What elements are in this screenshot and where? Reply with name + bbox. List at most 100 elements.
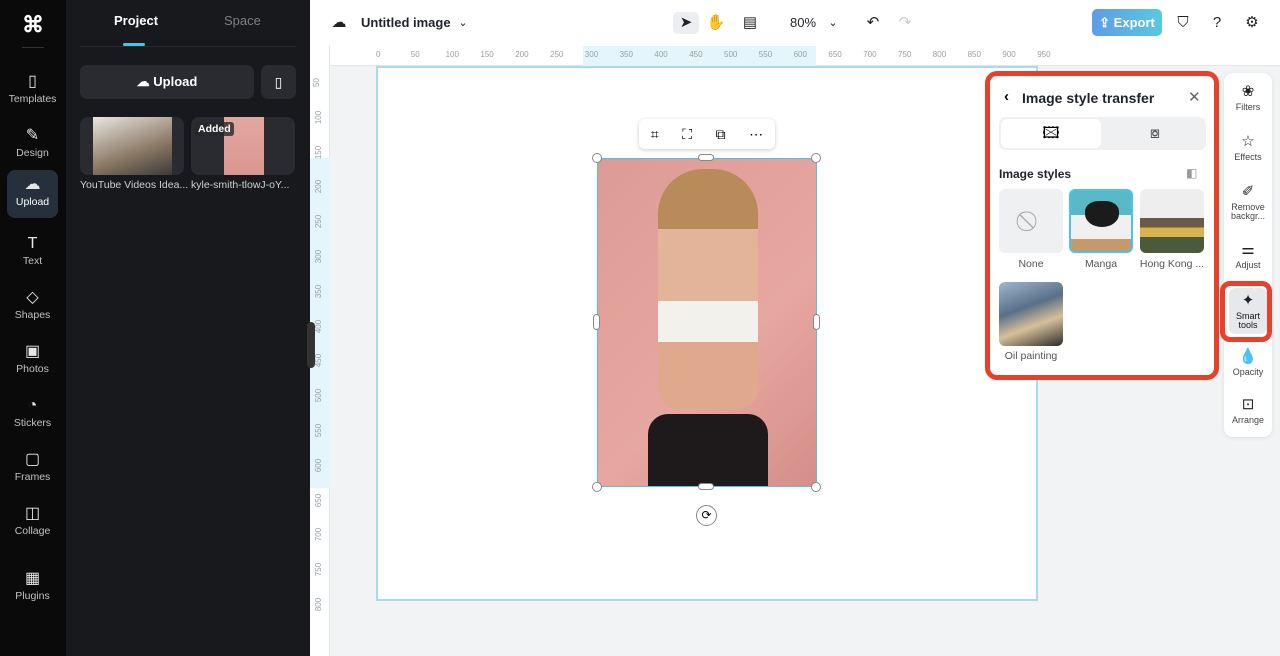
ruler-label: 850	[967, 50, 981, 59]
export-icon: ⇪	[1099, 15, 1114, 30]
added-badge: Added	[195, 122, 234, 136]
replace-icon[interactable]: ⧉	[716, 126, 726, 143]
resize-handle[interactable]	[811, 482, 821, 492]
help-icon[interactable]: ?	[1204, 12, 1230, 34]
ruler-label: 150	[480, 50, 494, 59]
tool-opacity[interactable]: 💧 Opacity	[1224, 348, 1272, 377]
tool-arrange[interactable]: ⊡ Arrange	[1224, 396, 1272, 425]
assets-panel: Project Space ☁ Upload ▯ YouTube Videos …	[66, 0, 310, 656]
image-style-mode-icon[interactable]: 🖾	[1001, 119, 1101, 148]
asset-thumbnail[interactable]: Added	[191, 117, 295, 175]
sidebar-item-photos[interactable]: ▣ Photos	[7, 337, 58, 385]
sidebar-item-upload[interactable]: ☁ Upload	[7, 170, 58, 218]
shapes-icon: ◇	[26, 289, 39, 306]
sidebar-item-label: Upload	[15, 196, 50, 208]
hand-tool-icon[interactable]: ✋	[703, 12, 729, 34]
smart-select-icon[interactable]: ⛶	[682, 126, 692, 143]
shield-icon[interactable]: ⛉	[1170, 12, 1196, 34]
resize-handle[interactable]	[592, 482, 602, 492]
crop-icon[interactable]: ⌗	[651, 126, 659, 143]
templates-icon: ▯	[28, 73, 37, 90]
sidebar-item-label: Stickers	[13, 417, 52, 429]
sidebar-item-templates[interactable]: ▯ Templates	[7, 67, 58, 115]
ruler-label: 650	[314, 493, 324, 507]
export-button[interactable]: ⇪ Export	[1092, 9, 1162, 36]
select-tool-icon[interactable]: ➤	[673, 12, 699, 34]
tool-effects[interactable]: ☆ Effects	[1224, 133, 1272, 162]
ruler-label: 800	[932, 50, 947, 59]
sidebar-item-shapes[interactable]: ◇ Shapes	[7, 283, 58, 331]
redo-icon[interactable]: ↷	[892, 12, 918, 34]
filtersicon: ❀	[1241, 83, 1255, 100]
remove-backgr-icon: ✐	[1241, 183, 1255, 200]
resize-handle[interactable]	[698, 483, 714, 490]
tool-filters[interactable]: ❀ Filters	[1224, 83, 1272, 112]
sidebar-item-frames[interactable]: ▢ Frames	[7, 445, 58, 493]
tool-adjust[interactable]: ⚌ Adjust	[1224, 241, 1272, 270]
asset-thumbnail[interactable]	[80, 117, 184, 175]
ruler-label: 100	[445, 50, 459, 59]
ruler-label: 350	[619, 50, 633, 59]
rotate-handle-icon[interactable]: ⟳	[696, 505, 717, 526]
chevron-down-icon[interactable]: ⌄	[820, 12, 846, 34]
ruler-label: 450	[689, 50, 703, 59]
settings-icon[interactable]: ⚙	[1239, 12, 1265, 34]
design-icon: ✎	[25, 127, 40, 144]
export-label: Export	[1113, 15, 1155, 30]
text-icon: T	[27, 235, 38, 252]
adjusticon: ⚌	[1241, 241, 1255, 258]
ruler-label: 50	[311, 78, 321, 87]
tool-label: Opacity	[1232, 367, 1264, 377]
image-style-transfer-panel: ‹ Image style transfer ✕ 🖾 ⧇ Image style…	[985, 71, 1219, 380]
resize-handle[interactable]	[813, 314, 820, 330]
ruler-label: 500	[724, 50, 738, 59]
layout-icon[interactable]: ▤	[737, 12, 763, 34]
ruler-label: 250	[550, 50, 564, 59]
ruler-label: 150	[314, 145, 324, 159]
horizontal-ruler: 0 50 100 150 200 250 300 350 400 450 500 550 600 650 7…	[330, 46, 1280, 66]
tool-label: Remove backgr...	[1230, 202, 1266, 221]
ruler-label: 100	[314, 110, 324, 124]
zoom-level[interactable]: 80%	[790, 15, 816, 30]
panel-collapse-handle[interactable]	[307, 322, 315, 368]
resize-handle[interactable]	[592, 153, 602, 163]
ruler-label: 750	[898, 50, 912, 59]
sidebar-item-label: Collage	[14, 525, 51, 537]
ruler-label: 500	[314, 389, 324, 403]
resize-handle[interactable]	[698, 154, 714, 161]
smart-tools-highlight	[1220, 281, 1272, 342]
resize-handle[interactable]	[593, 314, 600, 330]
sidebar-item-design[interactable]: ✎ Design	[7, 121, 58, 169]
style-oil-painting[interactable]	[999, 282, 1063, 346]
style-none[interactable]: ⃠	[999, 189, 1063, 253]
ruler-label: 400	[314, 319, 324, 333]
ruler-label: 700	[863, 50, 877, 59]
canvas-image[interactable]	[597, 158, 817, 487]
sidebar-item-plugins[interactable]: ▦ Plugins	[7, 564, 58, 612]
plugins-icon: ▦	[24, 570, 41, 587]
tab-space[interactable]: Space	[224, 13, 261, 28]
asset-name: YouTube Videos Idea...	[80, 179, 188, 191]
tool-label: Filters	[1235, 102, 1261, 112]
upload-button[interactable]: ☁ Upload	[80, 65, 254, 99]
portrait-style-mode-icon[interactable]: ⧇	[1105, 119, 1205, 148]
more-icon[interactable]: ⋯	[749, 126, 763, 143]
sidebar-item-collage[interactable]: ◫ Collage	[7, 499, 58, 547]
back-icon[interactable]: ‹	[1004, 88, 1009, 105]
tool-remove-backgr-[interactable]: ✐ Remove backgr...	[1224, 183, 1272, 221]
sidebar-item-stickers[interactable]: ◔ Stickers	[7, 391, 58, 439]
style-hong-kong[interactable]	[1140, 189, 1204, 253]
chevron-down-icon[interactable]: ⌄	[450, 12, 476, 34]
close-icon[interactable]: ✕	[1188, 88, 1201, 106]
phone-upload-button[interactable]: ▯	[261, 65, 296, 99]
document-title[interactable]: Untitled image	[361, 15, 451, 30]
tool-label: Adjust	[1235, 260, 1261, 270]
sidebar-item-text[interactable]: T Text	[7, 229, 58, 277]
undo-icon[interactable]: ↶	[860, 12, 886, 34]
style-manga[interactable]	[1069, 189, 1133, 253]
ruler-label: 400	[654, 50, 668, 59]
compare-icon[interactable]: ◧	[1186, 166, 1197, 180]
tab-project[interactable]: Project	[114, 13, 158, 28]
resize-handle[interactable]	[811, 153, 821, 163]
photos-icon: ▣	[24, 343, 41, 360]
